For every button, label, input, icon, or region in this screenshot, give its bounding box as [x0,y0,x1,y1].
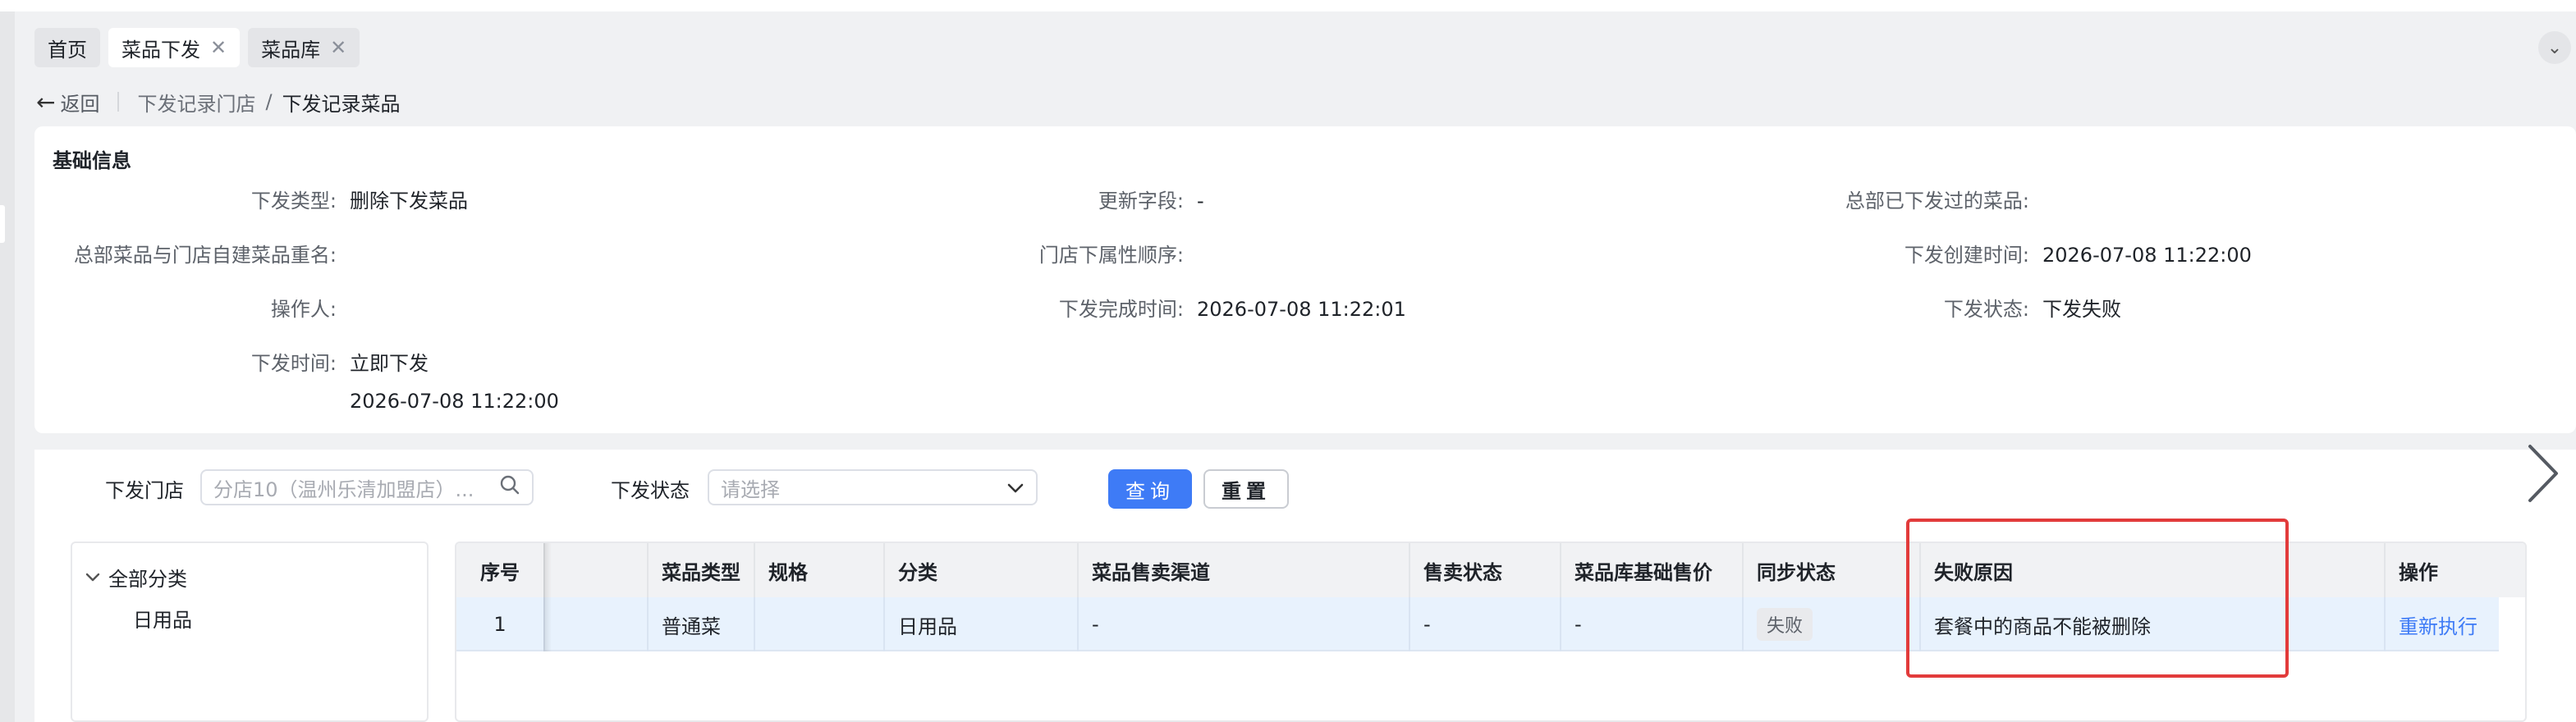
arrow-left-icon: ← [36,88,56,116]
store-filter-input[interactable]: 分店10（温州乐清加盟店）... [200,469,534,505]
cell-fail-reason: 套餐中的商品不能被删除 [1921,597,2386,651]
field-label: 总部已下发过的菜品: [1845,190,2029,212]
field-label: 更新字段: [1098,190,1184,212]
field-value: 删除下发菜品 [350,190,468,212]
chevron-down-icon [1006,476,1024,499]
tree-node-label: 全部分类 [108,568,187,591]
left-rail-marker [0,205,5,243]
chevron-down-icon[interactable]: ⌄ [2538,31,2571,64]
col-header-index: 序号 [456,543,545,597]
col-header-spec: 规格 [755,543,885,597]
field-dispatch-time: 下发时间: 立即下发 2026-07-08 11:22:00 [34,350,559,415]
chevron-right-icon[interactable] [2522,438,2565,509]
card-title: 基础信息 [53,149,131,172]
reset-button[interactable]: 重置 [1203,469,1289,509]
cell-category: 日用品 [885,597,1079,651]
left-rail [0,11,15,722]
cell-hidden [545,597,649,651]
tab-home[interactable]: 首页 [34,28,100,67]
category-tree: 全部分类 日用品 [71,542,429,722]
field-hq-dispatched-dishes: 总部已下发过的菜品: [1701,187,2042,215]
field-value: - [1197,190,1204,212]
field-label: 门店下属性顺序: [1038,244,1184,267]
back-label: 返回 [60,92,100,116]
col-header-sync-status: 同步状态 [1744,543,1921,597]
tab-label: 首页 [48,38,87,62]
tree-node-all[interactable]: 全部分类 [85,563,187,592]
tree-node-daily-goods[interactable]: 日用品 [133,604,192,633]
tab-label: 菜品下发 [121,38,200,62]
field-rename-conflict: 总部菜品与门店自建菜品重名: [34,241,350,269]
cell-channel: - [1079,597,1410,651]
col-header-action: 操作 [2399,560,2438,584]
cell-sale-status: - [1410,597,1561,651]
tab-label: 菜品库 [261,38,321,62]
dish-table: 序号 菜品类型 规格 分类 菜品售卖渠道 售卖状态 菜品库基础售价 同步状态 失… [455,542,2527,722]
cell-dish-type: 普通菜 [649,597,755,651]
field-operator: 操作人: [34,295,350,323]
status-filter-label: 下发状态 [611,479,690,502]
cell-sync-status: 失败 [1744,597,1921,651]
field-label: 下发创建时间: [1904,244,2029,267]
close-icon[interactable]: ✕ [210,38,227,57]
field-status: 下发状态: 下发失败 [1701,295,2121,323]
field-created-time: 下发创建时间: 2026-07-08 11:22:00 [1701,241,2252,269]
col-header-sale-status: 售卖状态 [1410,543,1561,597]
field-dispatch-type: 下发类型: 删除下发菜品 [34,187,468,215]
breadcrumb-parent[interactable]: 下发记录门店 [137,88,255,117]
field-label: 下发时间: [250,352,337,375]
field-label: 下发状态: [1943,298,2029,321]
tab-dish-library[interactable]: 菜品库 ✕ [248,28,360,67]
back-button[interactable]: ← 返回 [36,88,99,117]
cell-base-price: - [1561,597,1744,651]
field-store-attr-order: 门店下属性顺序: [855,241,1197,269]
col-header-fail-reason: 失败原因 [1921,543,2386,597]
status-filter-placeholder: 请选择 [721,478,780,501]
field-label: 下发完成时间: [1058,298,1184,321]
field-value: 2026-07-08 11:22:00 [2042,244,2252,267]
field-value: 立即下发 2026-07-08 11:22:00 [350,350,559,415]
tab-bar: 首页 菜品下发 ✕ 菜品库 ✕ [34,28,360,67]
tab-dish-dispatch[interactable]: 菜品下发 ✕ [108,28,241,67]
retry-link[interactable]: 重新执行 [2399,610,2477,639]
field-label: 下发类型: [250,190,337,212]
close-icon[interactable]: ✕ [330,38,346,57]
status-badge: 失败 [1757,608,1813,641]
chevron-down-icon[interactable] [85,567,100,587]
field-update-fields: 更新字段: - [855,187,1204,215]
breadcrumb: ← 返回 下发记录门店 / 下发记录菜品 [36,85,401,118]
field-finished-time: 下发完成时间: 2026-07-08 11:22:01 [855,295,1406,323]
field-value-line1: 立即下发 [350,352,429,375]
search-icon[interactable] [499,474,520,500]
col-header-channel: 菜品售卖渠道 [1079,543,1410,597]
field-label: 总部菜品与门店自建菜品重名: [73,244,337,267]
col-header-dish-type: 菜品类型 [649,543,755,597]
cell-index: 1 [456,597,545,651]
col-header-base-price: 菜品库基础售价 [1561,543,1744,597]
col-header-hidden [545,543,649,597]
query-button[interactable]: 查询 [1108,469,1192,509]
field-value: 下发失败 [2042,298,2121,321]
cell-spec [755,597,885,651]
col-header-category: 分类 [885,543,1079,597]
fixed-column-shadow [543,543,552,651]
status-filter-select[interactable]: 请选择 [708,469,1038,505]
breadcrumb-separator: / [265,90,273,113]
field-value: 2026-07-08 11:22:01 [1197,298,1406,321]
store-filter-value: 分店10（温州乐清加盟店）... [213,478,474,501]
divider [117,92,120,112]
field-value-line2: 2026-07-08 11:22:00 [350,390,559,413]
basic-info-card: 基础信息 下发类型: 删除下发菜品 总部菜品与门店自建菜品重名: 操作人: 下发… [34,126,2576,433]
field-label: 操作人: [270,298,337,321]
top-band [0,0,2576,11]
breadcrumb-current: 下发记录菜品 [282,92,401,116]
cell-action: 重新执行 [2386,597,2499,651]
store-filter-label: 下发门店 [105,479,184,502]
